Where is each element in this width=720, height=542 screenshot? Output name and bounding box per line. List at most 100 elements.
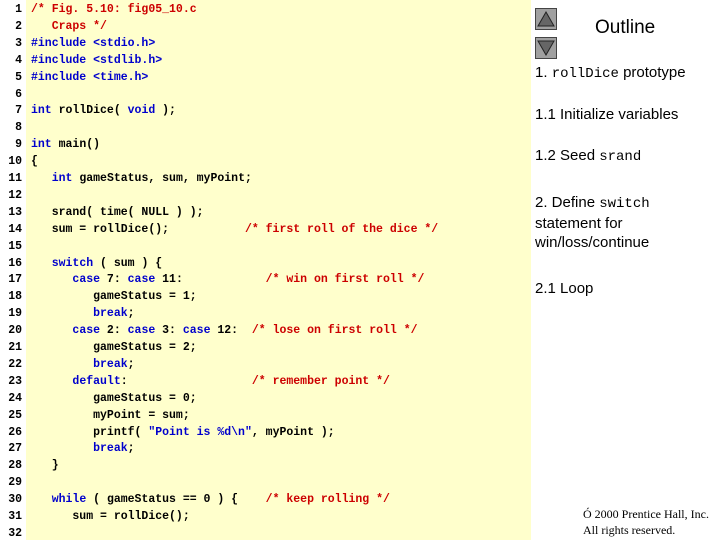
code-line: 31 sum = rollDice(); bbox=[0, 508, 531, 525]
code-token: 12: bbox=[210, 324, 252, 338]
keyword-token: void bbox=[127, 104, 156, 118]
code-line: 30 while ( gameStatus == 0 ) { /* keep r… bbox=[0, 491, 531, 508]
code-line: 13 srand( time( NULL ) ); bbox=[0, 204, 531, 221]
line-number: 13 bbox=[8, 205, 22, 219]
code-text: sum = rollDice(); /* first roll of the d… bbox=[31, 221, 438, 238]
line-number: 19 bbox=[8, 307, 22, 321]
keyword-token: default bbox=[72, 374, 121, 388]
outline-item: 2.1 Loop bbox=[535, 279, 715, 298]
code-text: sum = rollDice(); bbox=[31, 508, 189, 525]
code-line: 25 myPoint = sum; bbox=[0, 407, 531, 424]
code-text: int main() bbox=[31, 136, 100, 153]
code-text: gameStatus = 1; bbox=[31, 288, 197, 305]
code-token: gameStatus = 1; bbox=[31, 290, 197, 304]
outline-item: 1. rollDice prototype bbox=[535, 63, 715, 84]
code-text: } bbox=[31, 457, 59, 474]
comment-token: /* remember point */ bbox=[251, 374, 390, 388]
keyword-token: #include <stdio.h> bbox=[31, 36, 156, 50]
code-token: ); bbox=[155, 104, 176, 118]
code-text: gameStatus = 0; bbox=[31, 390, 197, 407]
line-number: 17 bbox=[8, 273, 22, 287]
keyword-token: break bbox=[93, 307, 128, 321]
code-token: myPoint = sum; bbox=[31, 408, 190, 422]
copyright-line-1: Ó 2000 Prentice Hall, Inc. bbox=[583, 507, 709, 521]
code-token: { bbox=[31, 155, 38, 169]
code-line: 4 #include <stdlib.h> bbox=[0, 52, 531, 69]
line-number: 6 bbox=[15, 87, 22, 101]
keyword-token: case bbox=[182, 324, 211, 338]
line-number: 18 bbox=[8, 290, 22, 304]
line-number: 7 bbox=[15, 104, 22, 118]
code-token: gameStatus = 2; bbox=[31, 341, 197, 354]
keyword-token: #include <time.h> bbox=[31, 70, 149, 84]
code-line: 7 int rollDice( void ); bbox=[0, 102, 531, 119]
keyword-token: int bbox=[31, 138, 52, 152]
outline-item-text: 1.2 Seed bbox=[535, 147, 600, 164]
keyword-token: break bbox=[93, 357, 128, 371]
code-line: 12 bbox=[0, 187, 531, 204]
code-text: case 7: case 11: /* win on first roll */ bbox=[31, 271, 424, 288]
comment-token: /* win on first roll */ bbox=[265, 273, 425, 287]
line-number: 9 bbox=[15, 138, 22, 152]
code-token: ( sum ) { bbox=[93, 256, 163, 270]
code-line: 8 bbox=[0, 119, 531, 136]
outline-item-text: switch bbox=[599, 196, 650, 212]
code-line: 1 /* Fig. 5.10: fig05_10.c bbox=[0, 1, 531, 18]
code-token: ; bbox=[127, 307, 135, 321]
code-line: 24 gameStatus = 0; bbox=[0, 390, 531, 407]
line-number: 4 bbox=[15, 53, 22, 67]
keyword-token: #include <stdlib.h> bbox=[31, 53, 163, 67]
keyword-token: int bbox=[31, 104, 52, 118]
code-line: 20 case 2: case 3: case 12: /* lose on f… bbox=[0, 322, 531, 339]
code-token: : bbox=[120, 374, 252, 388]
code-text: myPoint = sum; bbox=[31, 407, 190, 424]
code-token: gameStatus = 0; bbox=[31, 391, 197, 405]
code-line: 19 break; bbox=[0, 305, 531, 322]
outline-item-text: srand bbox=[599, 149, 642, 165]
keyword-token: int bbox=[51, 172, 73, 185]
code-token: ; bbox=[127, 442, 135, 456]
comment-token: /* keep rolling */ bbox=[265, 493, 390, 507]
comment-token: /* lose on first roll */ bbox=[251, 324, 418, 338]
outline-item-text: 1. bbox=[535, 64, 552, 81]
line-number: 23 bbox=[8, 374, 22, 388]
code-text: srand( time( NULL ) ); bbox=[31, 204, 204, 221]
copyright-line-2: All rights reserved. bbox=[583, 523, 676, 537]
code-line: 23 default: /* remember point */ bbox=[0, 373, 531, 390]
keyword-token: "Point is %d\n" bbox=[148, 425, 252, 439]
code-text: break; bbox=[31, 305, 135, 322]
line-number: 2 bbox=[15, 19, 22, 33]
code-text: break; bbox=[31, 440, 135, 457]
code-text: default: /* remember point */ bbox=[31, 373, 390, 390]
code-token: srand( time( NULL ) ); bbox=[31, 205, 204, 219]
next-slide-button[interactable] bbox=[535, 37, 557, 59]
code-text: int gameStatus, sum, myPoint; bbox=[31, 170, 252, 187]
comment-token: Craps */ bbox=[31, 19, 107, 33]
code-text: case 2: case 3: case 12: /* lose on firs… bbox=[31, 322, 418, 339]
outline-item-text: 2.1 Loop bbox=[535, 280, 594, 297]
line-number: 30 bbox=[8, 493, 22, 507]
code-text: #include <time.h> bbox=[31, 69, 148, 86]
code-line: 9 int main() bbox=[0, 136, 531, 153]
line-number: 16 bbox=[8, 256, 22, 270]
code-line: 18 gameStatus = 1; bbox=[0, 288, 531, 305]
code-line: 14 sum = rollDice(); /* first roll of th… bbox=[0, 221, 531, 238]
code-token: , myPoint ); bbox=[251, 425, 335, 439]
code-text: printf( "Point is %d\n", myPoint ); bbox=[31, 424, 335, 441]
code-token: 3: bbox=[155, 324, 183, 338]
code-line: 17 case 7: case 11: /* win on first roll… bbox=[0, 271, 531, 288]
previous-slide-button[interactable] bbox=[535, 8, 557, 30]
code-text: #include <stdio.h> bbox=[31, 35, 155, 52]
code-text: break; bbox=[31, 356, 134, 373]
code-token: 11: bbox=[155, 273, 266, 287]
keyword-token: break bbox=[93, 442, 128, 456]
code-token: printf( bbox=[31, 425, 149, 439]
triangle-up-icon bbox=[537, 10, 555, 27]
keyword-token: case bbox=[127, 324, 156, 338]
